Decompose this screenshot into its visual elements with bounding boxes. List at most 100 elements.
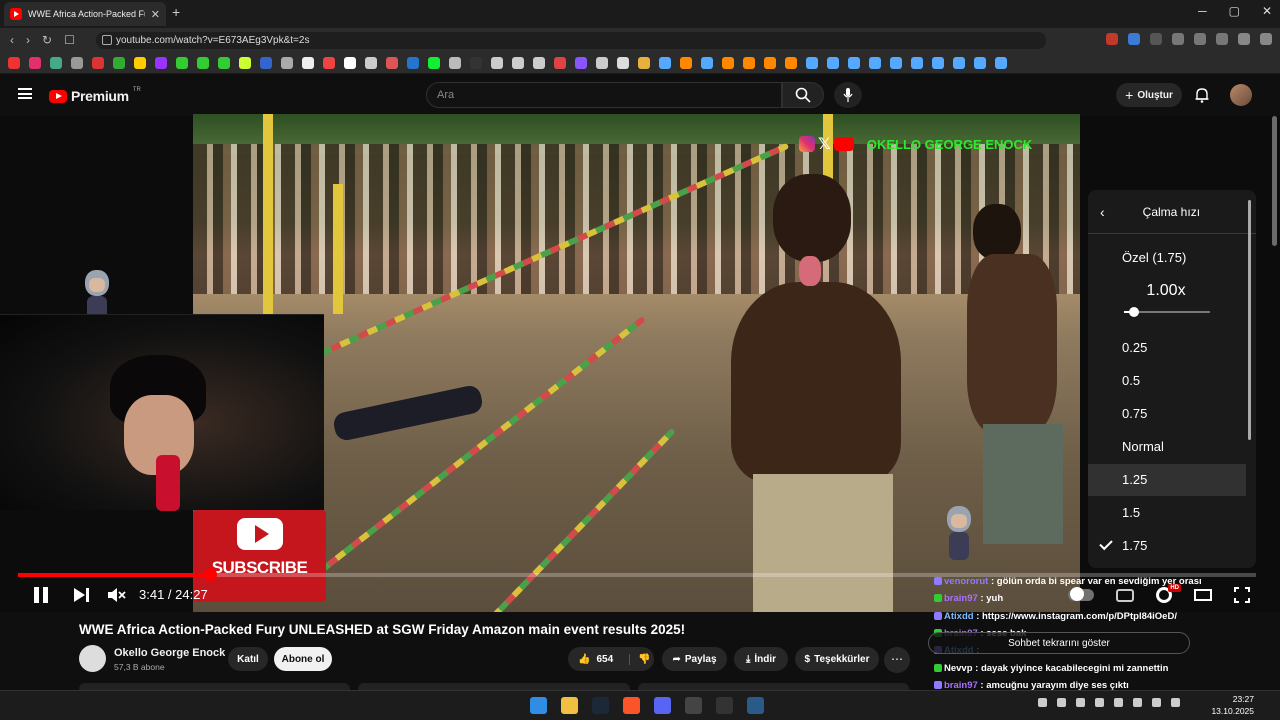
bookmark-icon[interactable]	[680, 56, 692, 69]
bookmark-icon[interactable]	[470, 56, 482, 69]
download-button[interactable]: ⤓ İndir	[734, 647, 788, 671]
progress-scrubber[interactable]	[204, 568, 217, 581]
hamburger-menu-icon[interactable]	[18, 88, 32, 99]
bookmark-icon[interactable]	[386, 56, 398, 69]
bookmark-icon[interactable]	[575, 56, 587, 69]
like-count[interactable]: 654	[596, 654, 613, 665]
browser-tab[interactable]: WWE Africa Action-Packed Fury ✕	[4, 2, 166, 26]
close-tab-icon[interactable]: ✕	[151, 8, 160, 21]
bookmark-icon[interactable]	[890, 56, 902, 69]
taskbar-clock[interactable]: 23:27 13.10.2025	[1211, 693, 1254, 717]
bookmark-icon[interactable]	[491, 56, 503, 69]
bookmark-icon[interactable]	[596, 56, 608, 69]
chat-username[interactable]: brain97	[944, 593, 978, 604]
autoplay-toggle[interactable]	[1068, 587, 1094, 601]
join-button[interactable]: Katıl	[228, 647, 268, 671]
pause-button[interactable]	[33, 587, 49, 603]
tray-icon[interactable]	[1095, 698, 1104, 707]
extension-icon[interactable]	[1172, 33, 1184, 45]
bookmark-icon[interactable]	[323, 56, 335, 69]
bookmark-icon[interactable]	[113, 56, 125, 69]
new-tab-icon[interactable]: +	[172, 4, 180, 20]
next-video-icon[interactable]	[74, 588, 90, 602]
page-scrollbar[interactable]	[1272, 116, 1277, 246]
bookmark-icon[interactable]	[155, 56, 167, 69]
steam-icon[interactable]	[592, 697, 609, 714]
url-field[interactable]: youtube.com/watch?v=E673AEg3Vpk&t=2s	[96, 32, 1046, 49]
bookmark-icon[interactable]	[554, 56, 566, 69]
bookmark-icon[interactable]	[239, 56, 251, 69]
bookmark-icon[interactable]	[428, 56, 440, 69]
bookmark-icon[interactable]	[617, 56, 629, 69]
bookmark-icon[interactable]	[71, 56, 83, 69]
youtube-premium-logo[interactable]: Premium TR	[49, 87, 141, 104]
tray-chevron-icon[interactable]	[1038, 698, 1047, 707]
share-button[interactable]: ➦ Paylaş	[662, 647, 727, 671]
create-button[interactable]: + Oluştur	[1116, 83, 1182, 107]
back-chevron-icon[interactable]: ‹	[1100, 204, 1105, 220]
site-info-icon[interactable]	[102, 35, 112, 45]
theater-mode-icon[interactable]	[1194, 589, 1212, 601]
fullscreen-icon[interactable]	[1234, 587, 1250, 603]
search-input[interactable]: Ara	[426, 82, 782, 108]
speed-option[interactable]: 1.5	[1088, 497, 1246, 529]
bookmark-icon[interactable]	[449, 56, 461, 69]
channel-avatar[interactable]	[79, 645, 106, 672]
bookmark-icon[interactable]	[806, 56, 818, 69]
speed-menu-header[interactable]: ‹ Çalma hızı	[1088, 190, 1256, 234]
file-explorer-icon[interactable]	[561, 697, 578, 714]
speed-option[interactable]: 0.25	[1088, 332, 1246, 364]
volume-icon[interactable]	[1152, 698, 1161, 707]
bookmark-icon[interactable]	[827, 56, 839, 69]
subscribe-button[interactable]: Abone ol	[274, 647, 332, 671]
reload-icon[interactable]: ↻	[42, 33, 52, 47]
chat-username[interactable]: Nevvp	[944, 663, 973, 674]
show-chat-replay-button[interactable]: Sohbet tekrarını göster	[928, 632, 1190, 654]
bookmark-icon[interactable]	[407, 56, 419, 69]
dislike-icon[interactable]: 👎	[629, 653, 651, 665]
bookmark-icon[interactable]	[995, 56, 1007, 69]
speed-option[interactable]: 1.75	[1088, 530, 1246, 562]
subtitles-icon[interactable]	[1116, 588, 1134, 602]
notifications-button[interactable]	[1195, 87, 1209, 108]
tray-icon[interactable]	[1076, 698, 1085, 707]
bookmark-icon[interactable]	[953, 56, 965, 69]
speed-option[interactable]: 0.5	[1088, 365, 1246, 397]
speed-option[interactable]: 1.25	[1088, 464, 1246, 496]
back-icon[interactable]: ‹	[10, 33, 14, 47]
chat-username[interactable]: venororut	[944, 576, 988, 587]
thanks-button[interactable]: $ Teşekkürler	[795, 647, 879, 671]
forward-icon[interactable]: ›	[26, 33, 30, 47]
speed-menu-scrollbar[interactable]	[1248, 200, 1251, 440]
bookmark-icon[interactable]	[365, 56, 377, 69]
bookmark-icon[interactable]	[932, 56, 944, 69]
account-avatar[interactable]	[1230, 84, 1252, 106]
bookmark-icon[interactable]	[848, 56, 860, 69]
bookmark-icon[interactable]	[659, 56, 671, 69]
network-icon[interactable]	[1171, 698, 1180, 707]
bookmark-icon[interactable]	[50, 56, 62, 69]
obs-icon[interactable]	[716, 697, 733, 714]
bookmark-icon[interactable]	[764, 56, 776, 69]
bookmark-icon[interactable]	[197, 56, 209, 69]
close-window-icon[interactable]: ✕	[1262, 4, 1272, 18]
folder-icon[interactable]	[638, 56, 650, 69]
chat-username[interactable]: Atixdd	[944, 611, 974, 622]
music-icon[interactable]	[1238, 33, 1250, 45]
bookmark-icon[interactable]	[260, 56, 272, 69]
browser-menu-icon[interactable]	[1260, 33, 1272, 45]
speed-slider-handle[interactable]	[1129, 307, 1139, 317]
bookmark-icon[interactable]	[743, 56, 755, 69]
bookmark-icon[interactable]	[176, 56, 188, 69]
bookmark-icon[interactable]	[974, 56, 986, 69]
app-icon[interactable]	[685, 697, 702, 714]
brave-shield-icon[interactable]	[1106, 33, 1118, 45]
bookmark-icon[interactable]	[134, 56, 146, 69]
extension-icon[interactable]	[1194, 33, 1206, 45]
channel-name[interactable]: Okello George Enock	[114, 647, 225, 659]
tray-icon[interactable]	[1133, 698, 1142, 707]
like-icon[interactable]: 👍	[578, 654, 590, 665]
more-actions-button[interactable]: ⋯	[884, 647, 910, 673]
bookmark-icon[interactable]	[29, 56, 41, 69]
tray-icon[interactable]	[1114, 698, 1123, 707]
